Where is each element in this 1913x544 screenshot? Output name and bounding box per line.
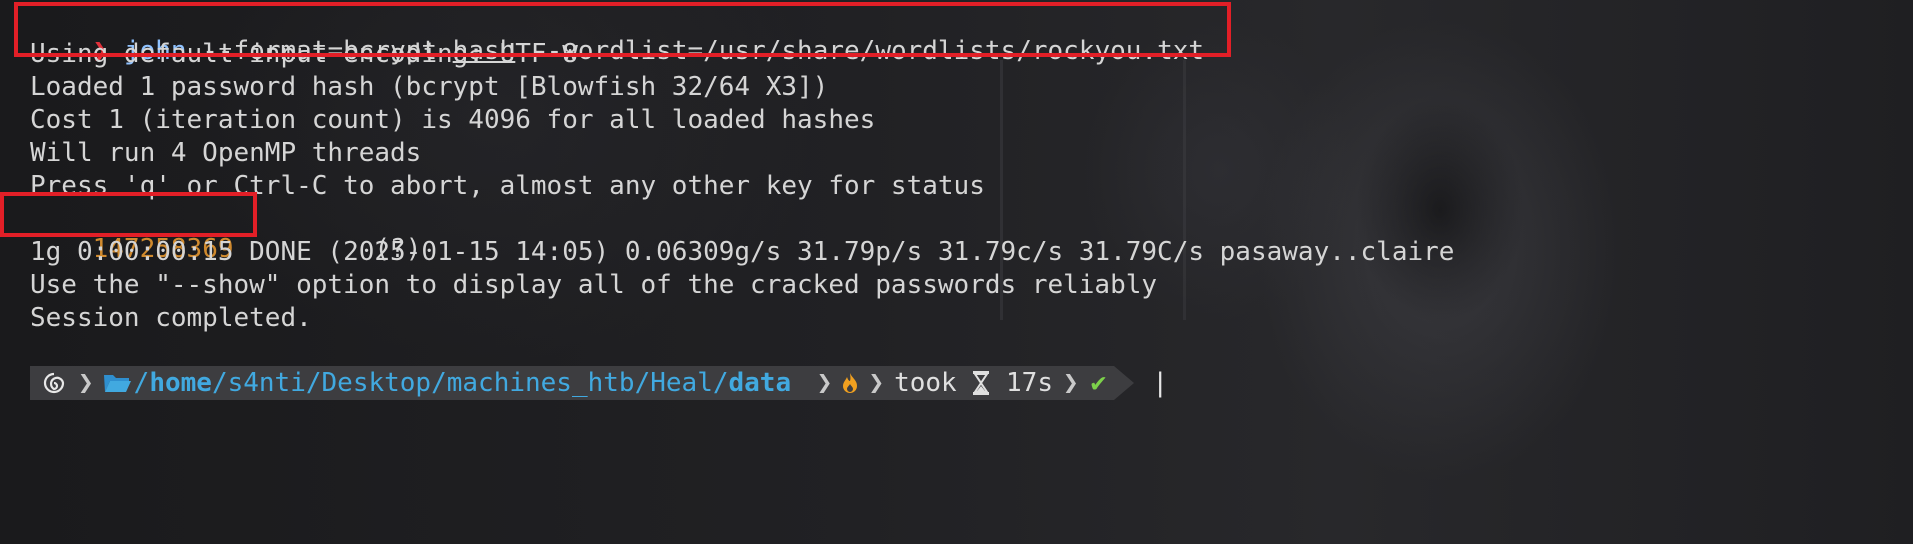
command-line: ❯ john --format=bcrypt hash --wordlist=/… — [30, 6, 1204, 66]
segment-separator-icon: ❯ — [1057, 366, 1085, 400]
path-middle: /s4nti/Desktop/machines_htb/Heal/ — [211, 368, 729, 398]
path-segment[interactable]: / home/s4nti/Desktop/machines_htb/Heal/da… — [99, 366, 811, 400]
os-segment — [30, 366, 72, 400]
success-check-icon: ✔ — [1090, 368, 1107, 398]
output-line: Use the "--show" option to display all o… — [30, 270, 1158, 300]
exit-status-segment: ✔ — [1084, 366, 1115, 400]
shell-prompt: ❯ / home/s4nti/Desktop/machines_htb/Heal/… — [30, 366, 1168, 400]
prompt-end-arrow — [1114, 366, 1135, 400]
output-line: Loaded 1 password hash (bcrypt [Blowfish… — [30, 72, 829, 102]
hourglass-icon — [972, 370, 990, 396]
segment-separator-icon: ❯ — [810, 366, 839, 400]
debian-swirl-icon — [42, 371, 66, 395]
flame-icon — [840, 371, 860, 395]
cracked-line: 147258369 (?) — [30, 204, 422, 264]
output-line: Cost 1 (iteration count) is 4096 for all… — [30, 105, 876, 135]
output-line: Will run 4 OpenMP threads — [30, 138, 422, 168]
wallpaper-figure — [1300, 60, 1600, 544]
command-arg-wordlist: --wordlist=/usr/share/wordlists/rockyou.… — [515, 36, 1205, 66]
output-line: Press 'q' or Ctrl-C to abort, almost any… — [30, 171, 985, 201]
path-home: home — [149, 368, 212, 398]
path-separator: / — [133, 368, 150, 398]
terminal-window[interactable]: ❯ john --format=bcrypt hash --wordlist=/… — [0, 0, 1913, 544]
duration-segment: took 17s — [890, 366, 1057, 400]
output-line: Session completed. — [30, 303, 312, 333]
output-line: 1g 0:00:00:15 DONE (2025-01-15 14:05) 0.… — [30, 237, 1455, 267]
status-segment — [838, 366, 863, 400]
folder-open-icon — [102, 371, 132, 395]
path-current-dir: data — [728, 368, 792, 398]
duration-value: 17s — [1006, 368, 1053, 398]
segment-separator-icon: ❯ — [862, 366, 891, 400]
text-cursor[interactable]: | — [1152, 368, 1168, 398]
segment-separator-icon: ❯ — [72, 366, 100, 400]
took-label: took — [894, 368, 957, 398]
output-line: Using default input encoding: UTF-8 — [30, 39, 578, 69]
